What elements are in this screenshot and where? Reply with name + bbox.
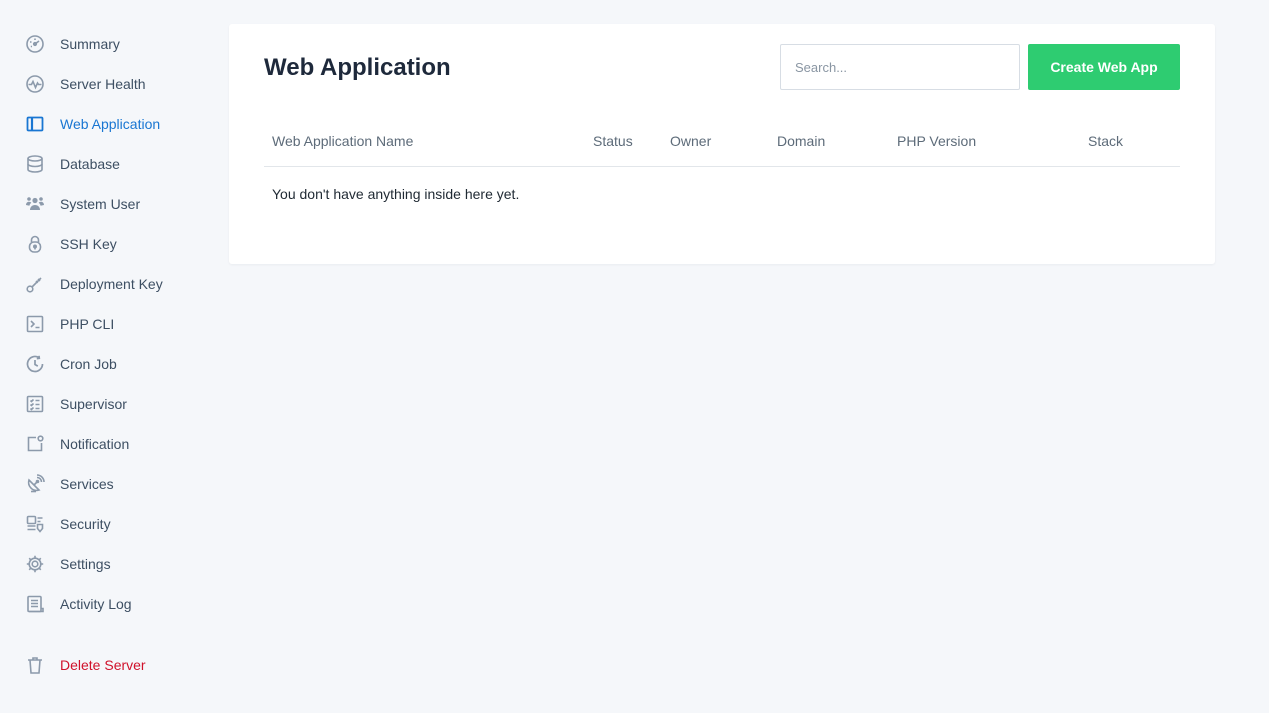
search-input[interactable] [780, 44, 1020, 90]
trash-icon [24, 654, 46, 676]
sidebar-item-label: Database [60, 156, 120, 172]
sidebar-item-supervisor[interactable]: Supervisor [24, 390, 204, 418]
web-application-panel: Web Application Create Web App Web Appli… [229, 24, 1215, 264]
sidebar-item-summary[interactable]: Summary [24, 30, 204, 58]
shield-grid-icon [24, 513, 46, 535]
sidebar-item-notification[interactable]: Notification [24, 430, 204, 458]
satellite-icon [24, 473, 46, 495]
create-web-app-button[interactable]: Create Web App [1028, 44, 1180, 90]
sidebar-item-label: PHP CLI [60, 316, 115, 332]
sidebar-item-label: System User [60, 196, 141, 212]
column-header-domain: Domain [777, 133, 826, 149]
sidebar-item-label: Deployment Key [60, 276, 163, 292]
lock-icon [24, 233, 46, 255]
sidebar-item-php-cli[interactable]: PHP CLI [24, 310, 204, 338]
sidebar-item-activity-log[interactable]: Activity Log [24, 590, 204, 618]
gear-icon [24, 553, 46, 575]
pulse-icon [24, 73, 46, 95]
window-icon [24, 113, 46, 135]
column-header-php-version: PHP Version [897, 133, 977, 149]
clock-icon [24, 353, 46, 375]
column-header-status: Status [593, 133, 633, 149]
column-header-name: Web Application Name [272, 133, 414, 149]
sidebar-item-label: Settings [60, 556, 111, 572]
sidebar-item-label: Services [60, 476, 114, 492]
sidebar-item-label: Security [60, 516, 111, 532]
gauge-icon [24, 33, 46, 55]
sidebar-item-system-user[interactable]: System User [24, 190, 204, 218]
sidebar-item-ssh-key[interactable]: SSH Key [24, 230, 204, 258]
sidebar-item-security[interactable]: Security [24, 510, 204, 538]
log-icon [24, 593, 46, 615]
sidebar-item-label: Activity Log [60, 596, 132, 612]
sidebar: Summary Server Health Web Application Da… [0, 0, 210, 713]
sidebar-item-label: Summary [60, 36, 120, 52]
sidebar-item-label: SSH Key [60, 236, 117, 252]
notification-icon [24, 433, 46, 455]
sidebar-item-label: Supervisor [60, 396, 127, 412]
sidebar-item-label: Web Application [60, 116, 161, 132]
column-header-owner: Owner [670, 133, 712, 149]
empty-state-message: You don't have anything inside here yet. [272, 186, 520, 202]
delete-server-label: Delete Server [60, 657, 146, 673]
page-title: Web Application [264, 54, 451, 81]
column-header-stack: Stack [1088, 133, 1124, 149]
database-icon [24, 153, 46, 175]
table-header: Web Application Name Status Owner Domain… [264, 120, 1180, 167]
sidebar-item-services[interactable]: Services [24, 470, 204, 498]
delete-server-button[interactable]: Delete Server [24, 651, 204, 679]
sidebar-item-web-application[interactable]: Web Application [24, 110, 204, 138]
sidebar-item-label: Notification [60, 436, 130, 452]
sidebar-item-server-health[interactable]: Server Health [24, 70, 204, 98]
sidebar-item-database[interactable]: Database [24, 150, 204, 178]
checklist-icon [24, 393, 46, 415]
users-icon [24, 193, 46, 215]
sidebar-item-cron-job[interactable]: Cron Job [24, 350, 204, 378]
terminal-icon [24, 313, 46, 335]
sidebar-item-label: Cron Job [60, 356, 117, 372]
sidebar-item-settings[interactable]: Settings [24, 550, 204, 578]
sidebar-item-deployment-key[interactable]: Deployment Key [24, 270, 204, 298]
sidebar-item-label: Server Health [60, 76, 146, 92]
key-icon [24, 273, 46, 295]
